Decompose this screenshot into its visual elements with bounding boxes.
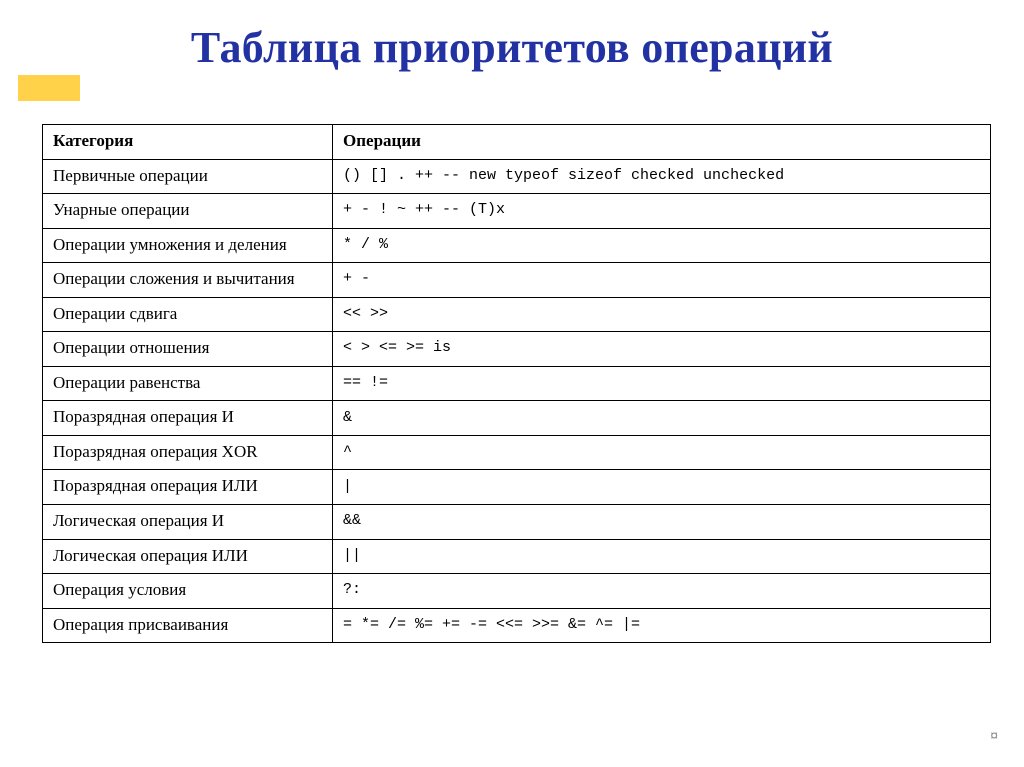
cell-operations: < > <= >= is bbox=[333, 332, 991, 367]
cell-operations: << >> bbox=[333, 297, 991, 332]
cell-operations: + - ! ~ ++ -- (T)x bbox=[333, 194, 991, 229]
table-row: Логическая операция ИЛИ|| bbox=[43, 539, 991, 574]
cell-category: Операции равенства bbox=[43, 366, 333, 401]
table-row: Унарные операции+ - ! ~ ++ -- (T)x bbox=[43, 194, 991, 229]
cell-category: Поразрядная операция ИЛИ bbox=[43, 470, 333, 505]
table-row: Операции отношения< > <= >= is bbox=[43, 332, 991, 367]
slide: Таблица приоритетов операций Категория О… bbox=[0, 0, 1024, 767]
cell-category: Логическая операция ИЛИ bbox=[43, 539, 333, 574]
cell-operations: | bbox=[333, 470, 991, 505]
header-category: Категория bbox=[43, 125, 333, 160]
header-operations: Операции bbox=[333, 125, 991, 160]
table-row: Операции сдвига<< >> bbox=[43, 297, 991, 332]
accent-bar bbox=[18, 75, 80, 101]
table-row: Операция присваивания= *= /= %= += -= <<… bbox=[43, 608, 991, 643]
cell-category: Операции сложения и вычитания bbox=[43, 263, 333, 298]
cell-category: Операции отношения bbox=[43, 332, 333, 367]
page-title: Таблица приоритетов операций bbox=[0, 22, 1024, 73]
table-row: Операции умножения и деления* / % bbox=[43, 228, 991, 263]
cell-category: Поразрядная операция И bbox=[43, 401, 333, 436]
cell-category: Первичные операции bbox=[43, 159, 333, 194]
cell-operations: + - bbox=[333, 263, 991, 298]
slide-end-mark: ¤ bbox=[990, 727, 998, 743]
cell-operations: ^ bbox=[333, 435, 991, 470]
cell-operations: & bbox=[333, 401, 991, 436]
table-row: Операции сложения и вычитания+ - bbox=[43, 263, 991, 298]
cell-category: Унарные операции bbox=[43, 194, 333, 229]
cell-operations: * / % bbox=[333, 228, 991, 263]
cell-category: Операция присваивания bbox=[43, 608, 333, 643]
table-row: Логическая операция И&& bbox=[43, 505, 991, 540]
cell-category: Операции сдвига bbox=[43, 297, 333, 332]
cell-operations: () [] . ++ -- new typeof sizeof checked … bbox=[333, 159, 991, 194]
cell-category: Операция условия bbox=[43, 574, 333, 609]
table-row: Операции равенства== != bbox=[43, 366, 991, 401]
table-row: Операция условия?: bbox=[43, 574, 991, 609]
cell-operations: ?: bbox=[333, 574, 991, 609]
cell-operations: && bbox=[333, 505, 991, 540]
table-row: Поразрядная операция И& bbox=[43, 401, 991, 436]
table-row: Поразрядная операция ИЛИ| bbox=[43, 470, 991, 505]
precedence-table-wrap: Категория Операции Первичные операции() … bbox=[42, 124, 990, 643]
precedence-table: Категория Операции Первичные операции() … bbox=[42, 124, 991, 643]
cell-operations: = *= /= %= += -= <<= >>= &= ^= |= bbox=[333, 608, 991, 643]
cell-category: Операции умножения и деления bbox=[43, 228, 333, 263]
cell-operations: == != bbox=[333, 366, 991, 401]
table-row: Поразрядная операция XOR^ bbox=[43, 435, 991, 470]
table-row: Первичные операции() [] . ++ -- new type… bbox=[43, 159, 991, 194]
cell-operations: || bbox=[333, 539, 991, 574]
cell-category: Поразрядная операция XOR bbox=[43, 435, 333, 470]
cell-category: Логическая операция И bbox=[43, 505, 333, 540]
table-header-row: Категория Операции bbox=[43, 125, 991, 160]
